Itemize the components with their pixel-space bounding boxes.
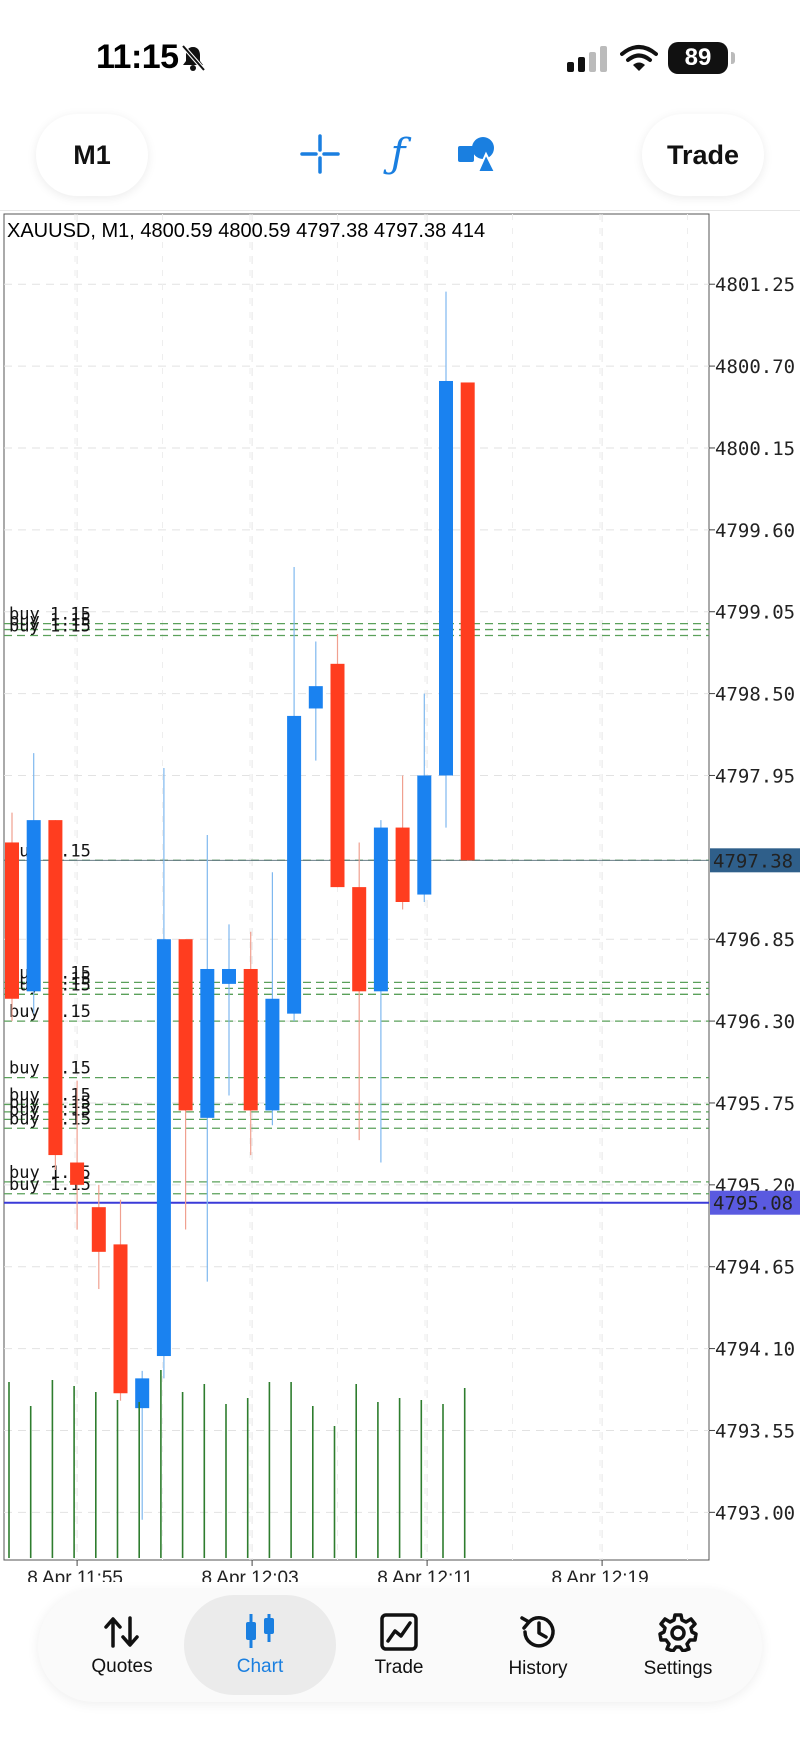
wifi-icon: [620, 45, 658, 71]
status-bar: 11:15 89: [0, 0, 800, 110]
chart-icon: [246, 1614, 274, 1648]
bearish-candle: [178, 939, 193, 1111]
price-axis-label: 4797.95: [715, 765, 795, 787]
price-axis-label: 4801.25: [715, 274, 795, 296]
bid-price-label: 4797.38: [713, 850, 793, 872]
crosshair-icon[interactable]: [298, 132, 342, 176]
battery-indicator: 89: [668, 42, 728, 74]
nav-quotes[interactable]: Quotes: [52, 1590, 192, 1702]
bearish-candle: [70, 1162, 85, 1185]
price-axis-label: 4799.05: [715, 602, 795, 624]
bearish-candle: [460, 382, 475, 861]
nav-chart[interactable]: Chart: [184, 1595, 336, 1695]
bullish-candle: [265, 998, 280, 1111]
price-axis-label: 4800.15: [715, 438, 795, 460]
indicators-icon[interactable]: ƒ: [376, 131, 420, 177]
price-chart[interactable]: 4801.25 4800.70 4800.15 4799.60 4799.05 4798.…: [0, 212, 800, 1582]
history-icon: [520, 1616, 555, 1648]
nav-quotes-label: Quotes: [91, 1656, 153, 1677]
bullish-candle: [135, 1378, 150, 1409]
bearish-candle: [395, 827, 410, 902]
nav-trade[interactable]: Trade: [329, 1590, 469, 1702]
bullish-candle: [156, 939, 171, 1357]
time-axis-label: 8 Apr 12:03: [201, 1568, 298, 1582]
trade-icon: [380, 1613, 418, 1651]
bullish-candle: [417, 775, 432, 895]
chart-toolbar: M1 ƒ Trade: [0, 110, 800, 210]
gear-icon: [658, 1613, 698, 1652]
objects-icon[interactable]: [454, 132, 498, 176]
nav-trade-label: Trade: [374, 1657, 424, 1678]
trade-button[interactable]: Trade: [642, 114, 764, 196]
nav-settings[interactable]: Settings: [608, 1590, 748, 1702]
price-axis-label: 4794.65: [715, 1257, 795, 1279]
time-axis-label: 8 Apr 12:11: [377, 1568, 473, 1582]
bearish-candle: [91, 1207, 106, 1252]
order-line-label: buy 1.15: [9, 617, 91, 637]
toolbar-divider: [0, 210, 800, 211]
battery-level: 89: [684, 44, 712, 71]
time-axis-label: 8 Apr 11:55: [27, 1568, 123, 1582]
nav-history[interactable]: History: [468, 1590, 608, 1702]
bearish-candle: [243, 968, 258, 1111]
bearish-candle: [48, 820, 63, 1156]
bullish-candle: [373, 827, 388, 992]
time-axis-label: 8 Apr 12:19: [551, 1568, 648, 1582]
price-axis-label: 4793.00: [715, 1502, 795, 1524]
bearish-candle: [5, 842, 19, 999]
nav-settings-label: Settings: [643, 1658, 713, 1679]
chart-header: XAUUSD, M1, 4800.59 4800.59 4797.38 4797…: [7, 220, 486, 242]
bottom-nav: Quotes Chart Trade History Settings: [38, 1590, 762, 1702]
price-axis-label: 4795.75: [715, 1093, 795, 1115]
price-axis-label: 4800.70: [715, 356, 795, 378]
bullish-candle: [287, 715, 302, 1014]
ask-price-label: 4795.08: [713, 1193, 793, 1215]
price-axis-label: 4799.60: [715, 520, 795, 542]
bullish-candle: [200, 968, 215, 1118]
chart-frame: [3, 213, 710, 1561]
price-axis-label: 4798.50: [715, 684, 795, 706]
bullish-candle: [308, 686, 323, 709]
bullish-candle: [26, 820, 41, 992]
nav-history-label: History: [508, 1658, 568, 1679]
nav-chart-label: Chart: [236, 1656, 284, 1677]
cell-signal-icon: [567, 46, 607, 72]
status-time: 11:15: [96, 38, 179, 76]
bullish-candle: [439, 380, 453, 776]
bearish-candle: [113, 1244, 128, 1394]
quotes-icon: [104, 1616, 139, 1648]
price-axis-label: 4794.10: [715, 1339, 795, 1361]
timeframe-button[interactable]: M1: [36, 114, 148, 196]
bearish-candle: [330, 663, 345, 888]
chart-canvas[interactable]: 4801.25 4800.70 4800.15 4799.60 4799.05 4798.…: [0, 212, 800, 1582]
battery-tip: [731, 52, 735, 64]
bearish-candle: [352, 887, 367, 992]
bell-muted-icon: [181, 44, 206, 72]
price-axis-label: 4796.85: [715, 929, 795, 951]
price-axis-label: 4793.55: [715, 1420, 795, 1442]
bullish-candle: [222, 968, 236, 984]
price-axis-label: 4796.30: [715, 1011, 795, 1033]
